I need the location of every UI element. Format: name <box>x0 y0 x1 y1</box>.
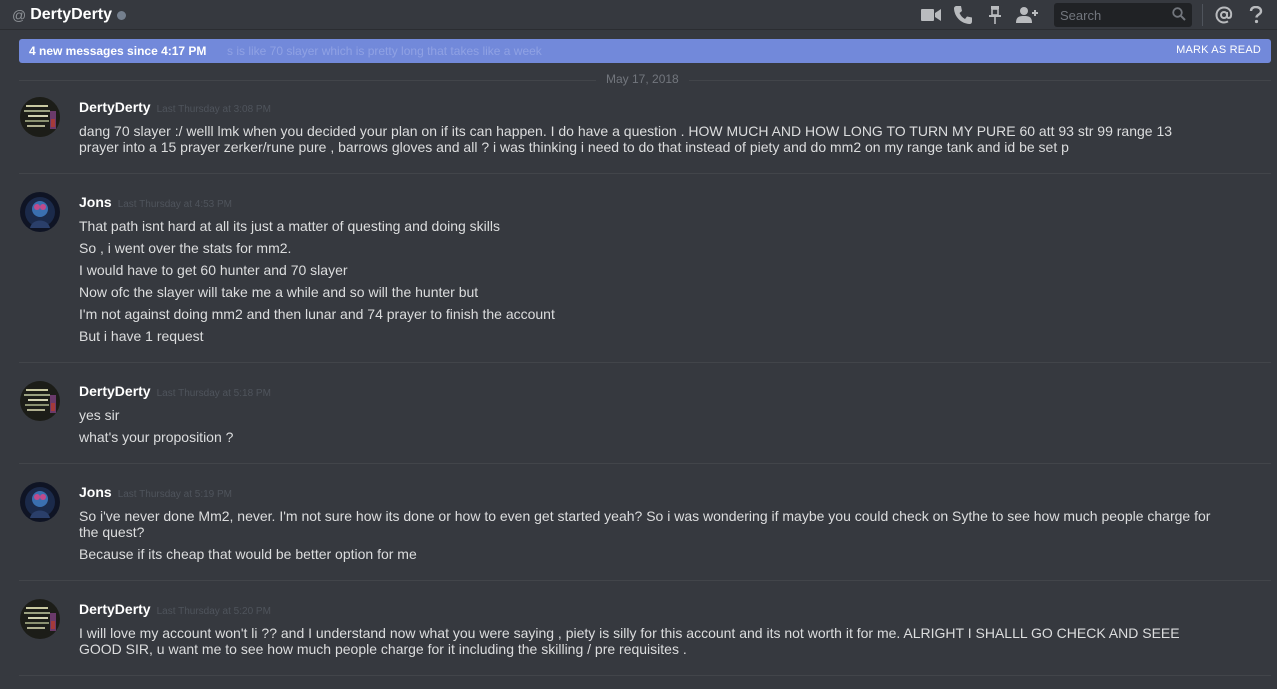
search-icon[interactable] <box>1172 7 1186 24</box>
message-author[interactable]: Jons Last Thursday at 5:19 PM <box>79 484 232 500</box>
new-messages-bar[interactable]: 4 new messages since 4:17 PM s is like 7… <box>19 39 1271 63</box>
avatar[interactable] <box>20 482 60 522</box>
status-indicator <box>117 11 127 20</box>
message-text: So , i went over the stats for mm2. <box>79 240 292 256</box>
message-text: But i have 1 request <box>79 328 204 344</box>
message-timestamp: Last Thursday at 5:18 PM <box>156 388 271 399</box>
message-text: I would have to get 60 hunter and 70 sla… <box>79 262 348 278</box>
toolbar-divider <box>1202 4 1203 26</box>
message-text: So i've never done Mm2, never. I'm not s… <box>79 508 1211 524</box>
message-text: I will love my account won't li ?? and I… <box>79 625 1180 641</box>
message-author[interactable]: DertyDerty Last Thursday at 5:20 PM <box>79 601 271 617</box>
new-messages-label: 4 new messages since 4:17 PM <box>29 44 207 58</box>
dm-at-symbol: @ <box>12 6 27 23</box>
header-toolbar: Search <box>920 0 1277 30</box>
search-placeholder: Search <box>1060 8 1102 23</box>
avatar[interactable] <box>20 381 60 421</box>
author-name[interactable]: Jons <box>79 484 112 500</box>
message-text: the quest? <box>79 524 145 540</box>
author-name[interactable]: DertyDerty <box>79 601 151 617</box>
message-divider <box>19 580 1271 581</box>
author-name[interactable]: Jons <box>79 194 112 210</box>
author-name[interactable]: DertyDerty <box>79 383 151 399</box>
message-author[interactable]: DertyDerty Last Thursday at 3:08 PM <box>79 99 271 115</box>
add-friend-icon[interactable] <box>1016 4 1038 26</box>
message-text: what's your proposition ? <box>79 429 234 445</box>
message-text: prayer into a 15 prayer zerker/rune pure… <box>79 139 1069 155</box>
message-divider <box>19 362 1271 363</box>
message-text: Now ofc the slayer will take me a while … <box>79 284 479 300</box>
video-call-icon[interactable] <box>920 4 942 26</box>
faded-message-preview: s is like 70 slayer which is pretty long… <box>227 44 542 58</box>
message-text: GOOD SIR, u want me to see how much peop… <box>79 641 687 657</box>
message-divider <box>19 463 1271 464</box>
author-name[interactable]: DertyDerty <box>79 99 151 115</box>
message-divider <box>19 675 1271 676</box>
mention-icon[interactable] <box>1213 4 1235 26</box>
channel-title[interactable]: DertyDerty <box>30 6 112 24</box>
message-text: dang 70 slayer :/ welll lmk when you dec… <box>79 123 1173 139</box>
message-text: yes sir <box>79 407 120 423</box>
message-divider <box>19 173 1271 174</box>
message-author[interactable]: DertyDerty Last Thursday at 5:18 PM <box>79 383 271 399</box>
help-icon[interactable] <box>1245 4 1267 26</box>
message-author[interactable]: Jons Last Thursday at 4:53 PM <box>79 194 232 210</box>
search-input[interactable]: Search <box>1054 3 1192 27</box>
date-divider-label: May 17, 2018 <box>596 72 689 86</box>
phone-call-icon[interactable] <box>952 4 974 26</box>
channel-header: @ DertyDerty Search <box>0 0 1277 30</box>
message-timestamp: Last Thursday at 5:19 PM <box>117 489 233 500</box>
message-timestamp: Last Thursday at 4:53 PM <box>117 199 233 210</box>
mark-as-read-button[interactable]: MARK AS READ <box>1176 44 1261 56</box>
avatar[interactable] <box>20 599 60 639</box>
message-text: Because if its cheap that would be bette… <box>79 546 417 562</box>
message-text: That path isnt hard at all its just a ma… <box>79 218 501 234</box>
message-text: I'm not against doing mm2 and then lunar… <box>79 306 555 322</box>
pin-icon[interactable] <box>984 4 1006 26</box>
message-timestamp: Last Thursday at 3:08 PM <box>156 104 271 115</box>
message-timestamp: Last Thursday at 5:20 PM <box>156 606 271 617</box>
avatar[interactable] <box>20 192 60 232</box>
avatar[interactable] <box>20 97 60 137</box>
